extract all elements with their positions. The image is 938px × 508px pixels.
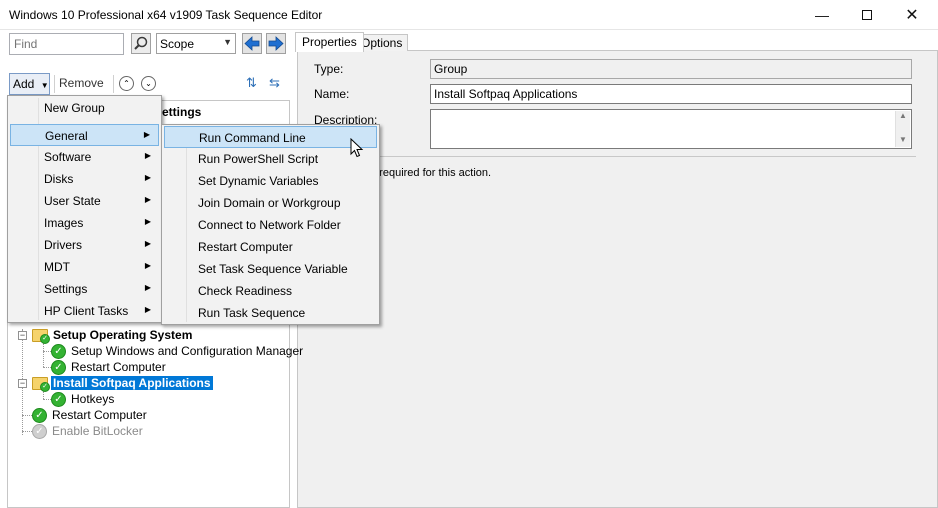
close-icon: ✕ — [905, 7, 919, 24]
chevron-down-icon: ▼ — [223, 37, 232, 47]
tree-item-label: Enable BitLocker — [52, 424, 143, 438]
menu-item-user-state[interactable]: User State ▶ — [10, 190, 159, 212]
toolbar-separator — [54, 75, 55, 93]
tree-item-hotkeys[interactable]: ✓ Hotkeys — [51, 391, 116, 407]
chevron-down-icon: ▼ — [40, 81, 49, 90]
menu-item-new-group[interactable]: New Group — [10, 97, 159, 119]
type-field: Group — [430, 59, 912, 79]
tree-item-install-softpaq[interactable]: ✓ Install Softpaq Applications — [32, 375, 213, 392]
tree-connector — [43, 391, 44, 399]
tree-item-label: Install Softpaq Applications — [51, 376, 213, 390]
menu-item-run-powershell-script[interactable]: Run PowerShell Script — [164, 148, 377, 170]
menu-item-check-readiness[interactable]: Check Readiness — [164, 280, 377, 302]
tree-item-label: Setup Windows and Configuration Manager — [71, 344, 304, 358]
menu-item-set-dynamic-variables[interactable]: Set Dynamic Variables — [164, 170, 377, 192]
mouse-cursor-icon — [350, 138, 364, 158]
tree-item-restart-computer[interactable]: ✓ Restart Computer — [32, 407, 149, 423]
tree-connector — [43, 343, 44, 367]
general-submenu: Run Command Line Run PowerShell Script S… — [161, 124, 380, 325]
menu-item-images[interactable]: Images ▶ — [10, 212, 159, 234]
tree-item-setup-windows[interactable]: ✓ Setup Windows and Configuration Manage… — [51, 343, 305, 359]
partial-group-header: ettings — [162, 105, 202, 119]
menu-item-general[interactable]: General ▶ — [10, 124, 159, 146]
check-icon: ✓ — [51, 343, 66, 359]
find-input[interactable] — [9, 33, 124, 55]
check-icon: ✓ — [32, 407, 47, 423]
menu-item-connect-network-folder[interactable]: Connect to Network Folder — [164, 214, 377, 236]
hint-text: e required for this action. — [370, 167, 492, 179]
close-button[interactable]: ✕ — [889, 0, 935, 30]
description-field[interactable] — [430, 109, 912, 149]
scroll-down-icon: ▼ — [899, 135, 907, 144]
arrow-left-icon — [244, 36, 260, 51]
properties-divider — [298, 156, 916, 157]
search-icon — [134, 36, 148, 50]
tree-item-setup-operating-system[interactable]: ✓ Setup Operating System — [32, 327, 194, 344]
menu-item-run-task-sequence[interactable]: Run Task Sequence — [164, 302, 377, 324]
arrow-right-icon — [268, 36, 284, 51]
description-scrollbar[interactable]: ▲ ▼ — [895, 111, 910, 147]
folder-check-icon: ✓ — [32, 376, 50, 392]
previous-button[interactable] — [242, 33, 262, 54]
chevron-right-icon: ▶ — [144, 305, 151, 314]
type-label: Type: — [314, 62, 344, 76]
menu-item-software[interactable]: Software ▶ — [10, 146, 159, 168]
menu-item-disks[interactable]: Disks ▶ — [10, 168, 159, 190]
chevron-right-icon: ▶ — [144, 195, 151, 204]
title-bar: Windows 10 Professional x64 v1909 Task S… — [0, 0, 938, 30]
minimize-button[interactable]: — — [799, 0, 845, 30]
maximize-button[interactable] — [844, 0, 890, 30]
check-icon: ✓ — [51, 359, 66, 375]
check-icon: ✓ — [51, 391, 66, 407]
menu-item-join-domain[interactable]: Join Domain or Workgroup — [164, 192, 377, 214]
tree-connector — [22, 431, 32, 432]
chevron-right-icon: ▶ — [144, 217, 151, 226]
tree-item-label: Restart Computer — [52, 408, 147, 422]
next-button[interactable] — [266, 33, 286, 54]
tree-item-restart-computer[interactable]: ✓ Restart Computer — [51, 359, 168, 375]
chevron-right-icon: ▶ — [144, 239, 151, 248]
chevron-right-icon: ▶ — [144, 261, 151, 270]
scope-value: Scope — [160, 37, 195, 51]
check-disabled-icon: ✓ — [32, 423, 47, 439]
tree-item-label: Restart Computer — [71, 360, 166, 374]
tree-connector — [22, 415, 32, 416]
add-menu: New Group General ▶ Software ▶ Disks ▶ U… — [7, 95, 162, 323]
tab-properties[interactable]: Properties — [295, 32, 364, 52]
toolbar-separator — [113, 75, 114, 93]
name-field[interactable]: Install Softpaq Applications — [430, 84, 912, 104]
chevron-right-icon: ▶ — [144, 151, 151, 160]
collapse-toggle[interactable]: − — [18, 331, 27, 340]
add-button[interactable]: Add ▼ — [9, 73, 50, 95]
menu-item-drivers[interactable]: Drivers ▶ — [10, 234, 159, 256]
move-up-icon[interactable]: ⌃ — [119, 76, 134, 91]
scroll-up-icon: ▲ — [899, 111, 907, 120]
menu-item-restart-computer[interactable]: Restart Computer — [164, 236, 377, 258]
chevron-right-icon: ▶ — [144, 173, 151, 182]
chevron-right-icon: ▶ — [143, 130, 150, 139]
find-button[interactable] — [131, 33, 151, 54]
tree-item-label: Setup Operating System — [53, 328, 193, 342]
collapse-all-icon[interactable]: ⇆ — [269, 75, 280, 91]
folder-check-icon: ✓ — [32, 328, 50, 344]
tree-item-enable-bitlocker[interactable]: ✓ Enable BitLocker — [32, 423, 145, 439]
maximize-icon — [862, 10, 872, 20]
tree-item-label: Hotkeys — [71, 392, 115, 406]
menu-item-set-task-sequence-variable[interactable]: Set Task Sequence Variable — [164, 258, 377, 280]
menu-item-mdt[interactable]: MDT ▶ — [10, 256, 159, 278]
window-title: Windows 10 Professional x64 v1909 Task S… — [9, 8, 323, 22]
properties-panel: Type: Group Name: Install Softpaq Applic… — [297, 50, 938, 508]
minimize-icon: — — [815, 7, 829, 23]
collapse-toggle[interactable]: − — [18, 379, 27, 388]
expand-all-icon[interactable]: ⇅ — [246, 75, 257, 91]
name-label: Name: — [314, 87, 350, 101]
add-button-label: Add — [13, 77, 35, 91]
menu-item-settings[interactable]: Settings ▶ — [10, 278, 159, 300]
menu-item-run-command-line[interactable]: Run Command Line — [164, 126, 377, 148]
menu-item-hp-client-tasks[interactable]: HP Client Tasks ▶ — [10, 300, 159, 322]
move-down-icon[interactable]: ⌄ — [141, 76, 156, 91]
remove-button[interactable]: Remove — [59, 76, 104, 90]
scope-dropdown[interactable]: Scope ▼ — [156, 33, 236, 54]
chevron-right-icon: ▶ — [144, 283, 151, 292]
